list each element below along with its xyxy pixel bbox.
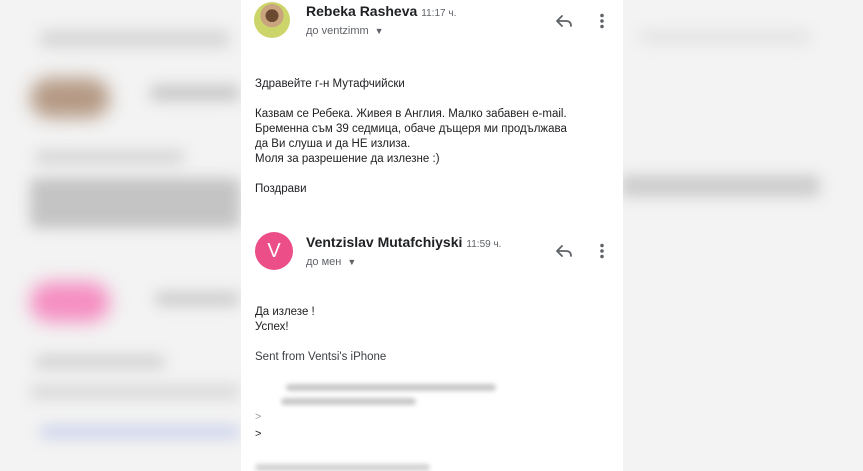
recipient-toggle[interactable]: до ventzimm ▼ (306, 25, 384, 37)
blurred-avatar (30, 282, 110, 322)
body-line: Успех! (255, 321, 289, 333)
body-line: да Ви слуша и да НЕ излиза. (255, 138, 411, 150)
quote-marker: > (255, 411, 262, 423)
blurred-text (620, 175, 820, 197)
reply-icon (556, 15, 572, 27)
body-line: Здравейте г-н Мутафчийски (255, 78, 405, 90)
blurred-text (30, 385, 240, 399)
body-line: Бременна съм 39 седмица, обаче дъщеря ми… (255, 123, 567, 135)
blurred-sender (155, 292, 240, 306)
message-time: 11:17 ч. (421, 8, 457, 19)
sender-avatar[interactable] (254, 2, 290, 38)
blurred-text (35, 355, 165, 369)
message-body: Здравейте г-н Мутафчийски Казвам се Ребе… (255, 77, 615, 197)
chevron-down-icon: ▼ (374, 26, 384, 36)
body-line: Моля за разрешение да излезне :) (255, 153, 440, 165)
blurred-sender (150, 85, 240, 101)
reply-button[interactable] (552, 9, 576, 33)
sender-name[interactable]: Rebeka Rasheva 11:17 ч. (306, 3, 456, 19)
more-options-button[interactable] (590, 239, 614, 263)
blurred-footer-link[interactable] (255, 464, 430, 471)
avatar-letter: V (267, 239, 281, 262)
blurred-quote-line (286, 384, 496, 391)
reply-button[interactable] (552, 239, 576, 263)
body-line: Казвам се Ребека. Живея в Англия. Малко … (255, 108, 567, 120)
body-line: Да излезе ! (255, 306, 315, 318)
recipient-label: до ventzimm (306, 25, 369, 37)
recipient-label: до мен (306, 256, 342, 268)
blurred-text (35, 150, 185, 164)
body-line: Поздрави (255, 183, 307, 195)
blurred-link (40, 425, 240, 439)
chevron-down-icon: ▼ (347, 257, 357, 267)
more-options-button[interactable] (590, 9, 614, 33)
reply-icon (556, 245, 572, 257)
message-body: Да излезе ! Успех! Sent from Ventsi's iP… (255, 305, 615, 365)
blurred-text (640, 30, 810, 44)
signature: Sent from Ventsi's iPhone (255, 351, 387, 363)
blurred-title (40, 30, 230, 48)
blurred-paragraph (30, 178, 240, 228)
sender-name[interactable]: Ventzislav Mutafchiyski 11:59 ч. (306, 234, 501, 250)
more-vert-icon (600, 13, 604, 29)
message-time: 11:59 ч. (466, 239, 502, 250)
quote-marker: > (255, 428, 262, 440)
more-vert-icon (600, 243, 604, 259)
blurred-quote-line (281, 398, 416, 405)
email-thread: Rebeka Rasheva 11:17 ч. до ventzimm ▼ Здра… (241, 0, 623, 471)
sender-avatar[interactable]: V (255, 232, 293, 270)
recipient-toggle[interactable]: до мен ▼ (306, 256, 356, 268)
blurred-avatar (30, 78, 110, 118)
